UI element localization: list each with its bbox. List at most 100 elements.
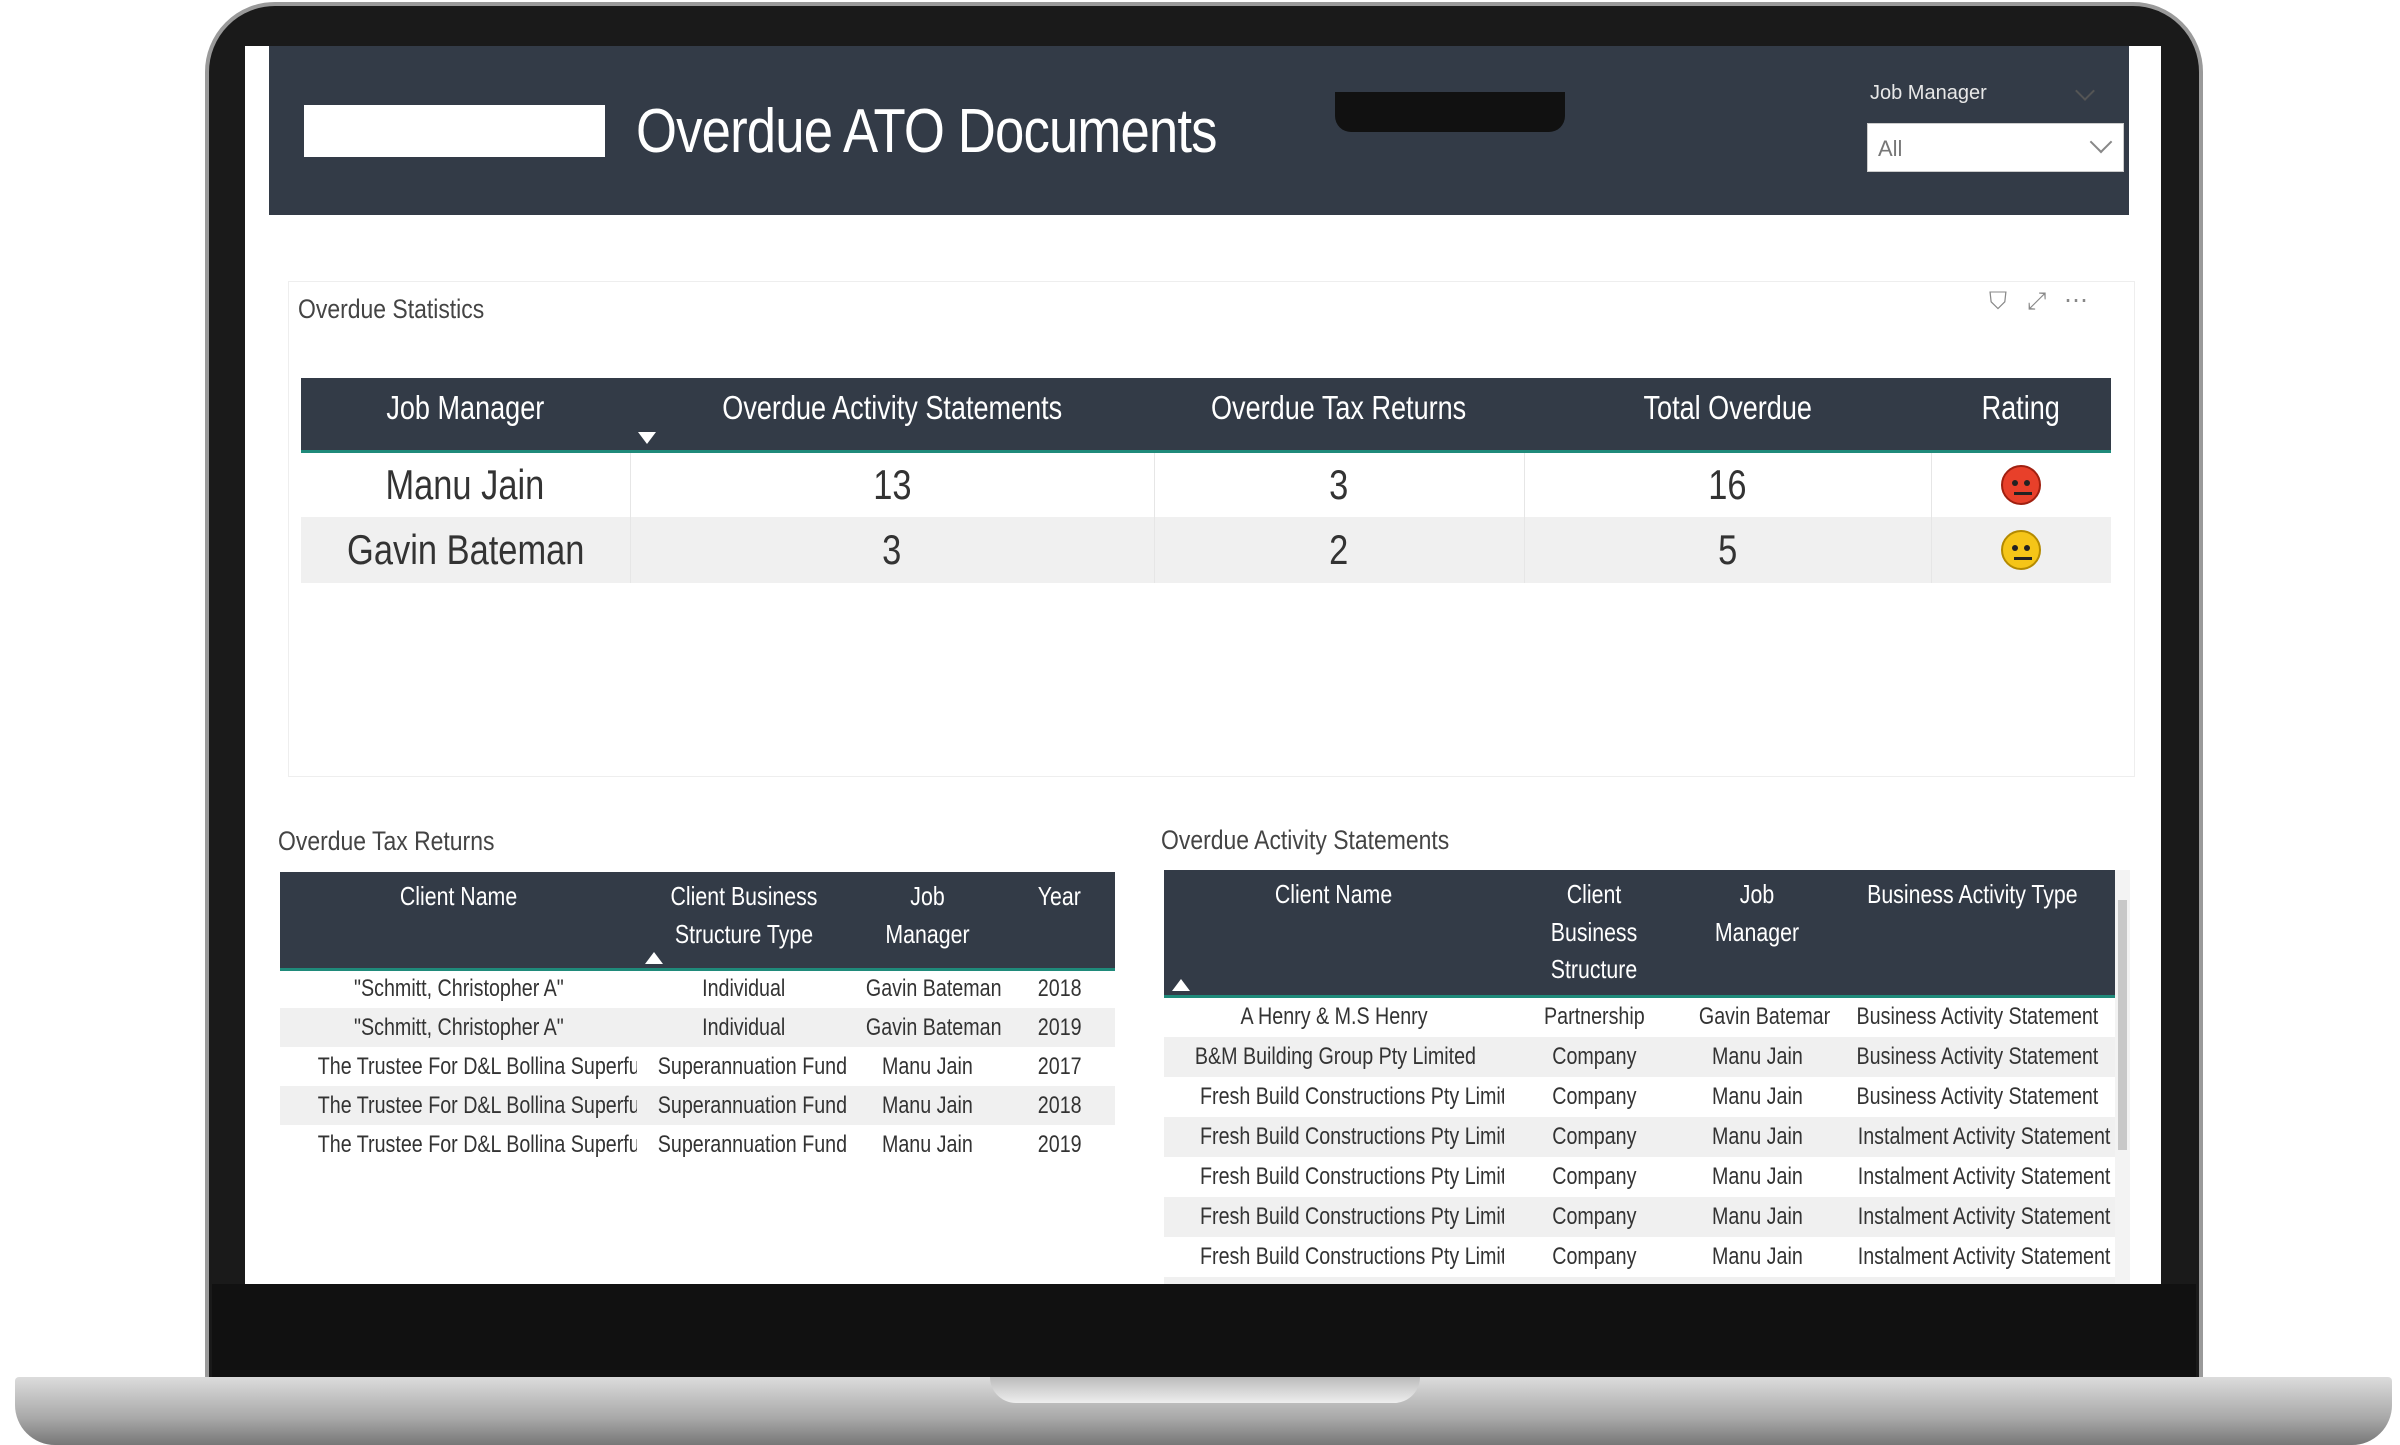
table-cell: Business Activity Statement: [1856, 1003, 2099, 1031]
table-row[interactable]: The Trustee For D&L Bollina Superfund Sup…: [280, 1086, 1115, 1125]
column-header[interactable]: Business Activity Type: [1830, 870, 2115, 997]
neutral-face-icon: [2001, 530, 2042, 570]
cell-activity: 13: [872, 460, 912, 508]
focus-mode-icon[interactable]: ⤢: [2027, 288, 2046, 316]
table-cell: Company: [1551, 1042, 1637, 1070]
column-header-label: Job Manager: [386, 389, 545, 426]
table-cell: Business Activity Statement: [1857, 1283, 2099, 1284]
table-row[interactable]: Fresh Build Constructions Pty Limited Com…: [1164, 1077, 2115, 1117]
table-cell: Instalment Activity Statement: [1857, 1162, 2111, 1190]
table-row[interactable]: "Schmitt, Christopher A" Individual Gavin …: [280, 1008, 1115, 1047]
cell-manager: Manu Jain: [385, 460, 545, 508]
sort-descending-icon[interactable]: [638, 431, 656, 444]
table-cell: 2018: [1037, 1091, 1082, 1119]
sort-ascending-icon[interactable]: [645, 951, 663, 964]
table-cell: The Trustee For D&L Bollina Superfund: [317, 1091, 637, 1119]
table-row[interactable]: Gavin Bateman 3 2 5: [301, 517, 2111, 583]
table-cell: "Schmitt, Christopher A": [353, 975, 564, 1003]
scrollbar[interactable]: [2115, 870, 2130, 1284]
table-cell: Manu Jain: [1711, 1202, 1803, 1230]
table-cell: The Trustee For D&L Bollina Superfund: [317, 1130, 637, 1158]
column-header[interactable]: Year: [1004, 872, 1115, 969]
table-row[interactable]: Fresh Build Constructions Pty Limited Com…: [1164, 1237, 2115, 1277]
table-cell: Individual: [702, 1013, 786, 1041]
dropdown-value: All: [1878, 136, 1903, 161]
report-screen: Overdue ATO Documents Job Manager All Ov…: [245, 46, 2161, 1284]
angry-face-icon: [2001, 464, 2042, 505]
statistics-table: Job Manager Overdue Activity Statements Ov…: [301, 378, 2111, 583]
sort-ascending-icon[interactable]: [1172, 979, 1190, 992]
table-cell: Superannuation Fund: [657, 1130, 848, 1158]
tax-returns-title: Overdue Tax Returns: [278, 826, 495, 856]
table-cell: 2019: [1037, 1130, 1082, 1158]
table-cell: Fresh Build Constructions Pty Limited: [1200, 1242, 1504, 1270]
table-cell: The Trustee For D&L Bollina Superfund: [317, 1052, 637, 1080]
more-options-icon[interactable]: ⋯: [2064, 286, 2088, 315]
column-header[interactable]: Overdue Tax Returns: [1154, 378, 1524, 451]
overdue-statistics-visual: Overdue Statistics ⛉ ⤢ ⋯ Job Manager Over…: [288, 281, 2135, 777]
table-row[interactable]: "Schmitt, Christopher A" Individual Gavin …: [280, 969, 1115, 1008]
table-cell: Manu Jain: [1712, 1283, 1803, 1284]
scrollbar-thumb[interactable]: [2118, 900, 2127, 1150]
job-manager-dropdown[interactable]: All: [1867, 123, 2124, 172]
column-header-label: Rating: [1981, 389, 2061, 426]
cell-manager: Gavin Bateman: [346, 526, 584, 573]
table-cell: 2018: [1037, 975, 1082, 1003]
column-header-label: Year: [1037, 881, 1082, 911]
table-row[interactable]: Fresh Build Constructions Pty Limited Com…: [1164, 1157, 2115, 1197]
column-header[interactable]: Job Manager: [851, 872, 1004, 969]
column-header[interactable]: Job Manager: [1684, 870, 1830, 997]
column-header[interactable]: Rating: [1931, 378, 2111, 451]
chevron-down-icon: [2089, 130, 2113, 154]
table-cell: A Henry & M.S Henry: [1240, 1003, 1428, 1031]
table-cell: K.B. Constructions Pty Limited: [1201, 1283, 1467, 1284]
table-row[interactable]: Fresh Build Constructions Pty Limited Com…: [1164, 1116, 2115, 1157]
column-header-label: Total Overdue: [1643, 389, 1812, 426]
table-cell: Fresh Build Constructions Pty Limited: [1200, 1202, 1504, 1230]
laptop-lip: [990, 1377, 1420, 1403]
column-header-label: Job Manager: [1714, 879, 1800, 947]
table-cell: Company: [1552, 1283, 1636, 1284]
table-cell: Manu Jain: [1711, 1082, 1803, 1110]
filter-icon[interactable]: ⛉: [1989, 288, 2007, 316]
column-header[interactable]: Total Overdue: [1524, 378, 1931, 451]
table-cell: Company: [1551, 1202, 1637, 1230]
table-cell: 2017: [1037, 1052, 1082, 1080]
table-cell: Manu Jain: [882, 1130, 973, 1158]
table-cell: Fresh Build Constructions Pty Limited: [1200, 1122, 1504, 1150]
column-header[interactable]: Overdue Activity Statements: [630, 378, 1154, 451]
column-header[interactable]: Client Business Structure: [1504, 870, 1684, 997]
table-cell: Instalment Activity Statement: [1857, 1122, 2111, 1150]
slicer-collapse-icon[interactable]: [2075, 81, 2095, 101]
visual-title: Overdue Statistics: [298, 294, 485, 324]
logo-placeholder: [304, 105, 605, 157]
column-header-label: Client Name: [1275, 879, 1393, 909]
column-header[interactable]: Client Name: [1164, 870, 1504, 997]
column-header-label: Overdue Activity Statements: [722, 389, 1062, 426]
table-row[interactable]: The Trustee For D&L Bollina Superfund Sup…: [280, 1125, 1115, 1164]
table-cell: Company: [1551, 1162, 1637, 1190]
tax-returns-table: Client Name Client Business Structure Typ…: [280, 872, 1115, 1164]
table-cell: Fresh Build Constructions Pty Limited: [1200, 1162, 1504, 1190]
column-header[interactable]: Job Manager: [301, 378, 630, 451]
table-row[interactable]: K.B. Constructions Pty Limited Company Man…: [1164, 1276, 2115, 1284]
table-cell: Manu Jain: [882, 1091, 973, 1119]
table-row[interactable]: Fresh Build Constructions Pty Limited Com…: [1164, 1196, 2115, 1237]
column-header[interactable]: Client Business Structure Type: [637, 872, 851, 969]
table-cell: Instalment Activity Statement: [1857, 1202, 2111, 1230]
column-header-label: Job Manager: [885, 881, 970, 949]
table-cell: Fresh Build Constructions Pty Limited: [1200, 1082, 1504, 1110]
table-row[interactable]: A Henry & M.S Henry Partnership Gavin Bate…: [1164, 997, 2115, 1037]
column-header[interactable]: Client Name: [280, 872, 637, 969]
table-row[interactable]: The Trustee For D&L Bollina Superfund Sup…: [280, 1047, 1115, 1086]
column-header-label: Client Name: [399, 881, 518, 911]
table-row[interactable]: Manu Jain 13 3 16: [301, 451, 2111, 517]
table-cell: Company: [1551, 1122, 1637, 1150]
column-header-label: Client Business Structure: [1550, 879, 1638, 985]
table-cell: Manu Jain: [1711, 1042, 1803, 1070]
table-row[interactable]: B&M Building Group Pty Limited Company Man…: [1164, 1036, 2115, 1077]
table-cell: Manu Jain: [1711, 1242, 1803, 1270]
table-cell: 2019: [1037, 1013, 1082, 1041]
table-cell: Gavin Bateman: [865, 1013, 1002, 1041]
table-cell: Business Activity Statement: [1856, 1082, 2099, 1110]
